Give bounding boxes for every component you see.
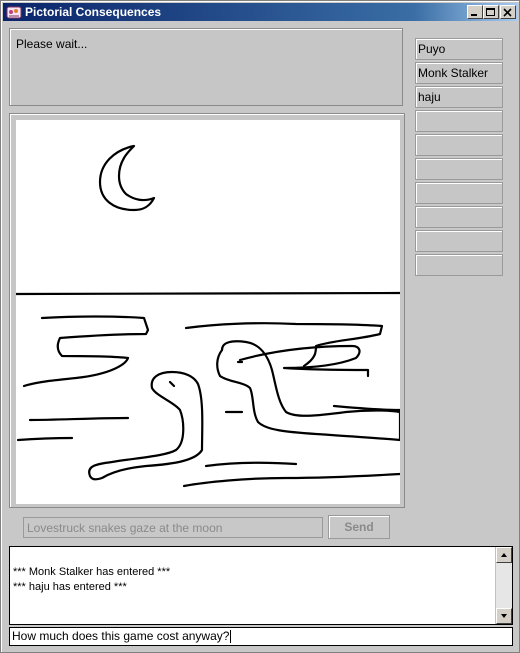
- player-slot[interactable]: [415, 134, 503, 156]
- scroll-down-button[interactable]: [496, 608, 512, 624]
- drawing-panel: [9, 113, 405, 508]
- player-slot[interactable]: haju: [415, 86, 503, 108]
- chat-line: *** haju has entered ***: [13, 581, 127, 593]
- minimize-button[interactable]: [467, 5, 483, 19]
- player-slot[interactable]: [415, 110, 503, 132]
- player-slot[interactable]: Puyo: [415, 38, 503, 60]
- scroll-down-icon: [501, 614, 507, 618]
- status-panel: Please wait...: [9, 28, 403, 106]
- chat-log: *** Monk Stalker has entered *** *** haj…: [9, 546, 513, 625]
- moon-drawing: [98, 144, 156, 212]
- chat-input[interactable]: How much does this game cost anyway?: [9, 627, 513, 646]
- player-slot[interactable]: [415, 182, 503, 204]
- scroll-up-button[interactable]: [496, 547, 512, 563]
- player-slot[interactable]: Monk Stalker: [415, 62, 503, 84]
- send-button[interactable]: Send: [328, 515, 390, 539]
- chat-input-text: How much does this game cost anyway?: [12, 629, 230, 643]
- right-snake-drawing: [216, 340, 400, 442]
- maximize-button[interactable]: [483, 5, 499, 19]
- maximize-icon: [486, 8, 495, 16]
- main-window: Pictorial Consequences Please wait... Pu…: [0, 0, 520, 653]
- left-snake-drawing: [88, 370, 204, 481]
- text-caret: [230, 630, 232, 644]
- player-slot[interactable]: [415, 254, 503, 276]
- close-button[interactable]: [500, 5, 516, 19]
- scroll-up-icon: [501, 553, 507, 557]
- chat-line: *** Monk Stalker has entered ***: [13, 566, 171, 578]
- minimize-icon: [471, 14, 477, 16]
- status-text: Please wait...: [16, 37, 88, 51]
- drawing-canvas[interactable]: [16, 120, 400, 504]
- window-title: Pictorial Consequences: [25, 5, 162, 19]
- player-slot[interactable]: [415, 158, 503, 180]
- horizon-line: [16, 291, 400, 296]
- player-slot[interactable]: [415, 230, 503, 252]
- caption-input[interactable]: Lovestruck snakes gaze at the moon: [23, 517, 323, 538]
- close-icon: [503, 8, 512, 17]
- player-slot[interactable]: [415, 206, 503, 228]
- app-icon: [6, 4, 22, 20]
- chat-scrollbar[interactable]: [495, 547, 512, 624]
- player-list: Puyo Monk Stalker haju: [415, 38, 503, 278]
- title-bar[interactable]: Pictorial Consequences: [3, 3, 517, 21]
